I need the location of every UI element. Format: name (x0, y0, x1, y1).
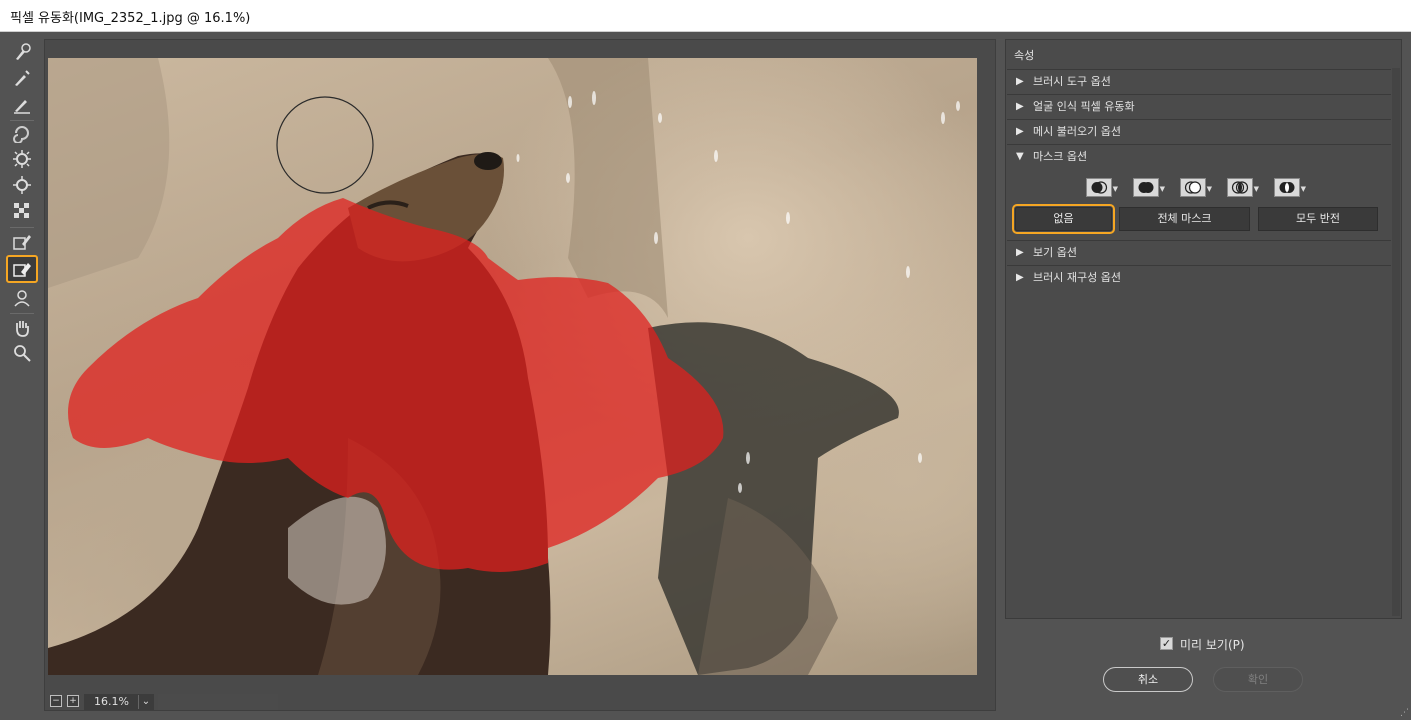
panel-scrollbar[interactable] (1392, 68, 1400, 616)
reconstruct-brush-icon[interactable] (8, 66, 36, 90)
mask-replace-icon[interactable]: ▼ (1086, 178, 1118, 197)
zoom-out-icon[interactable]: − (50, 695, 62, 707)
panel-title: 속성 (1014, 49, 1035, 62)
chevron-right-icon: ▶ (1016, 126, 1024, 137)
chevron-right-icon: ▶ (1016, 272, 1024, 283)
cancel-button[interactable]: 취소 (1103, 667, 1193, 692)
window-title: 픽셀 유동화(IMG_2352_1.jpg @ 16.1%) (10, 11, 251, 26)
forward-warp-icon[interactable] (8, 40, 36, 64)
smooth-brush-icon[interactable] (8, 92, 36, 116)
chevron-down-icon[interactable]: ⌄ (138, 695, 153, 709)
mask-subtract-icon[interactable]: ▼ (1180, 178, 1212, 197)
section-brush-tool-options[interactable]: ▶ 브러시 도구 옵션 (1007, 69, 1391, 93)
image-canvas[interactable] (48, 58, 977, 675)
zoom-controls: − + 16.1% ⌄ (48, 694, 278, 710)
mask-invert-icon[interactable]: ▼ (1274, 178, 1306, 197)
bloat-icon[interactable] (8, 173, 36, 197)
title-bar: 픽셀 유동화(IMG_2352_1.jpg @ 16.1%) (0, 0, 1411, 32)
preview-checkbox[interactable]: ✓ (1160, 637, 1173, 650)
chevron-right-icon: ▶ (1016, 76, 1024, 87)
mask-none-button[interactable]: 없음 (1012, 204, 1115, 234)
mask-add-icon[interactable]: ▼ (1133, 178, 1165, 197)
properties-panel: 속성 ▶ 브러시 도구 옵션 ▶ 얼굴 인식 픽셀 유동화 ▶ 메시 불러오기 … (1005, 39, 1402, 619)
ok-button[interactable]: 확인 (1213, 667, 1303, 692)
section-load-mesh-options[interactable]: ▶ 메시 불러오기 옵션 (1007, 119, 1391, 143)
mask-mode-icons: ▼ ▼ ▼ ▼ ▼ (1086, 178, 1316, 198)
photo-sea-lion (48, 58, 960, 675)
pucker-icon[interactable] (8, 147, 36, 171)
chevron-down-icon: ▼ (1016, 151, 1024, 162)
thaw-mask-icon[interactable] (6, 255, 38, 283)
section-view-options[interactable]: ▶ 보기 옵션 (1007, 240, 1391, 264)
section-face-aware-liquify[interactable]: ▶ 얼굴 인식 픽셀 유동화 (1007, 94, 1391, 118)
preview-label: 미리 보기(P) (1180, 638, 1245, 652)
tool-panel (0, 32, 44, 720)
face-tool-icon[interactable] (8, 286, 36, 310)
chevron-right-icon: ▶ (1016, 101, 1024, 112)
push-left-icon[interactable] (8, 199, 36, 223)
zoom-icon[interactable] (8, 341, 36, 365)
twirl-icon[interactable] (8, 121, 36, 145)
zoom-in-icon[interactable]: + (67, 695, 79, 707)
mask-all-button[interactable]: 전체 마스크 (1119, 207, 1250, 231)
resize-grip-icon[interactable]: ⋰ (1400, 708, 1409, 718)
section-brush-reconstruct-options[interactable]: ▶ 브러시 재구성 옵션 (1007, 265, 1391, 289)
section-mask-options[interactable]: ▼ 마스크 옵션 (1007, 144, 1391, 168)
freeze-mask-icon[interactable] (8, 230, 36, 254)
hand-icon[interactable] (8, 316, 36, 340)
chevron-right-icon: ▶ (1016, 247, 1024, 258)
invert-all-button[interactable]: 모두 반전 (1258, 207, 1378, 231)
mask-intersect-icon[interactable]: ▼ (1227, 178, 1259, 197)
